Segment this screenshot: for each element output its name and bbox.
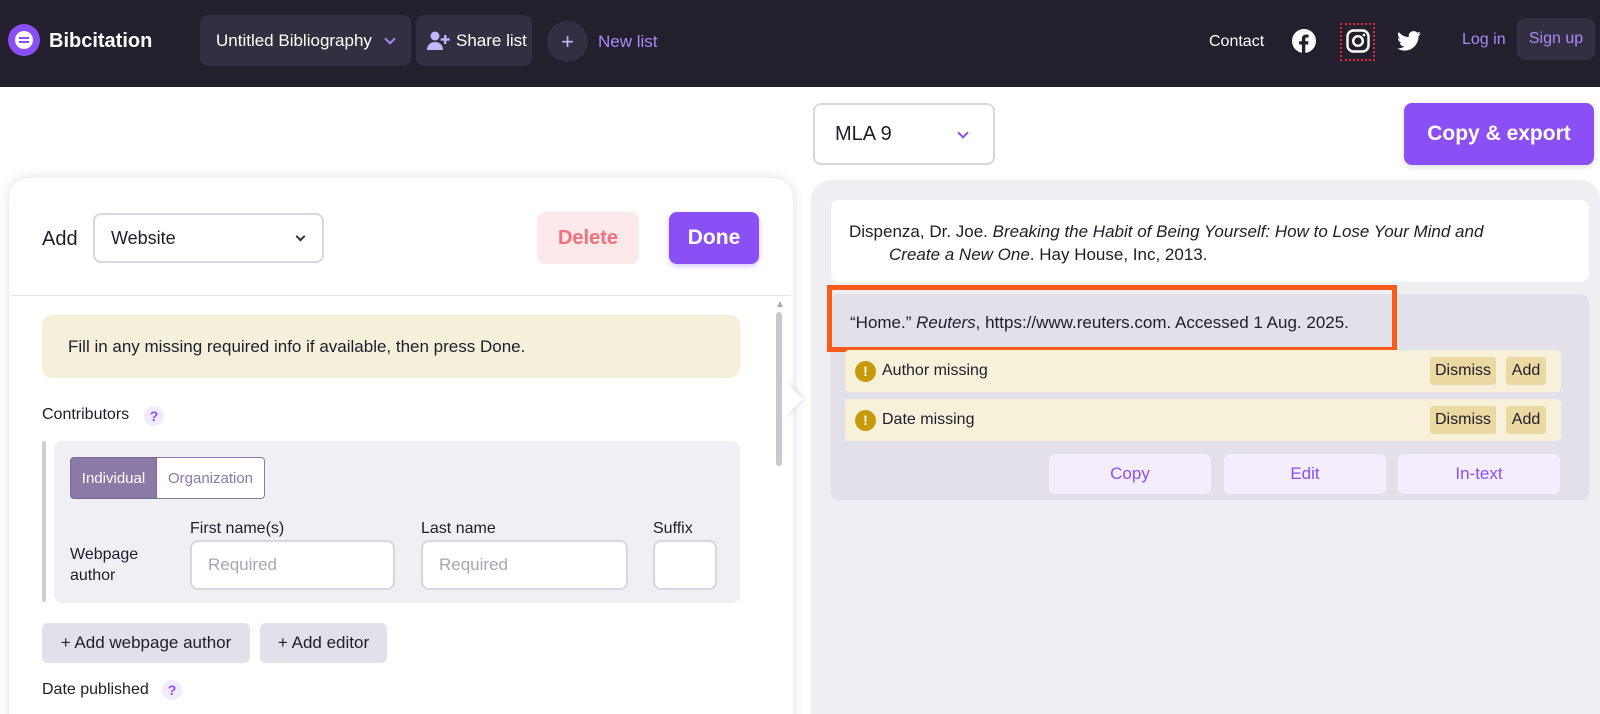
chevron-down-icon [957, 127, 969, 139]
add-date-button[interactable]: Add [1506, 406, 1546, 434]
suffix-label: Suffix [653, 520, 693, 537]
tab-individual[interactable]: Individual [70, 457, 157, 499]
date-published-label: Date published [42, 681, 149, 698]
contributor-indent-bar [42, 441, 46, 602]
user-plus-icon [427, 31, 450, 50]
help-icon[interactable]: ? [144, 406, 164, 426]
sign-up-button[interactable]: Sign up [1517, 18, 1595, 60]
last-name-label: Last name [421, 520, 496, 537]
dismiss-button[interactable]: Dismiss [1430, 406, 1496, 434]
editor-scrollbar[interactable] [776, 312, 782, 466]
in-text-citation-button[interactable]: In-text [1398, 454, 1560, 494]
warning-text: Author missing [882, 362, 988, 379]
tab-organization[interactable]: Organization [157, 457, 265, 499]
copy-citation-button[interactable]: Copy [1049, 454, 1211, 494]
citation-publisher: . Hay House, Inc, 2013. [1029, 245, 1208, 264]
citation-title: Breaking the Habit of Being Yourself: Ho… [992, 222, 1484, 241]
chevron-down-icon [384, 32, 396, 45]
chevron-down-icon [295, 231, 306, 241]
bibliography-selector[interactable]: Untitled Bibliography [200, 15, 411, 66]
citation-title-cont: Create a New One [889, 245, 1030, 264]
role-label: Webpage [70, 546, 139, 563]
instagram-icon[interactable] [1346, 29, 1370, 53]
warning-icon: ! [855, 409, 876, 431]
first-name-label: First name(s) [190, 520, 285, 537]
warning-text: Date missing [882, 411, 975, 428]
editor-divider [11, 295, 791, 296]
citation-style-value: MLA 9 [835, 122, 892, 145]
contact-link[interactable]: Contact [1209, 33, 1264, 51]
warning-date-missing: ! Date missing Dismiss Add [845, 399, 1561, 441]
plus-icon[interactable]: + [547, 21, 588, 62]
add-editor-button[interactable]: + Add editor [260, 623, 387, 663]
citation-style-select[interactable]: MLA 9 [813, 103, 995, 165]
twitter-icon[interactable] [1397, 31, 1421, 51]
delete-button[interactable]: Delete [537, 212, 639, 264]
add-label: Add [42, 228, 78, 250]
dismiss-button[interactable]: Dismiss [1430, 357, 1496, 385]
citation-author: Dispenza, Dr. Joe. [849, 222, 993, 241]
copy-export-button[interactable]: Copy & export [1404, 103, 1594, 165]
done-button[interactable]: Done [669, 212, 759, 264]
first-name-field[interactable]: Required [190, 540, 395, 590]
facebook-icon[interactable] [1292, 29, 1316, 53]
warning-icon: ! [855, 360, 876, 382]
source-type-select[interactable]: Website [93, 213, 324, 263]
bibcitation-logo-icon[interactable] [8, 24, 40, 56]
brand-name[interactable]: Bibcitation [49, 30, 152, 53]
add-webpage-author-button[interactable]: + Add webpage author [42, 623, 250, 663]
edit-citation-button[interactable]: Edit [1224, 454, 1386, 494]
share-list-label: Share list [456, 30, 527, 50]
role-label-line2: author [70, 567, 116, 584]
citation-entry[interactable]: Dispenza, Dr. Joe. Breaking the Habit of… [831, 200, 1589, 282]
log-in-link[interactable]: Log in [1462, 31, 1506, 49]
warning-author-missing: ! Author missing Dismiss Add [845, 350, 1561, 392]
new-list-link[interactable]: New list [598, 32, 658, 52]
source-type-value: Website [111, 227, 176, 248]
suffix-field[interactable] [653, 540, 717, 590]
scroll-up-icon[interactable]: ▲ [775, 299, 785, 310]
last-name-field[interactable]: Required [421, 540, 628, 590]
help-icon[interactable]: ? [162, 680, 182, 700]
contributors-label: Contributors [42, 406, 130, 423]
highlight-box [827, 285, 1397, 352]
required-info-notice: Fill in any missing required info if ava… [42, 315, 740, 378]
bibliography-title: Untitled Bibliography [216, 30, 372, 50]
editor-pointer [785, 381, 803, 417]
add-author-button[interactable]: Add [1506, 357, 1546, 385]
share-list-button[interactable]: Share list [416, 15, 532, 66]
